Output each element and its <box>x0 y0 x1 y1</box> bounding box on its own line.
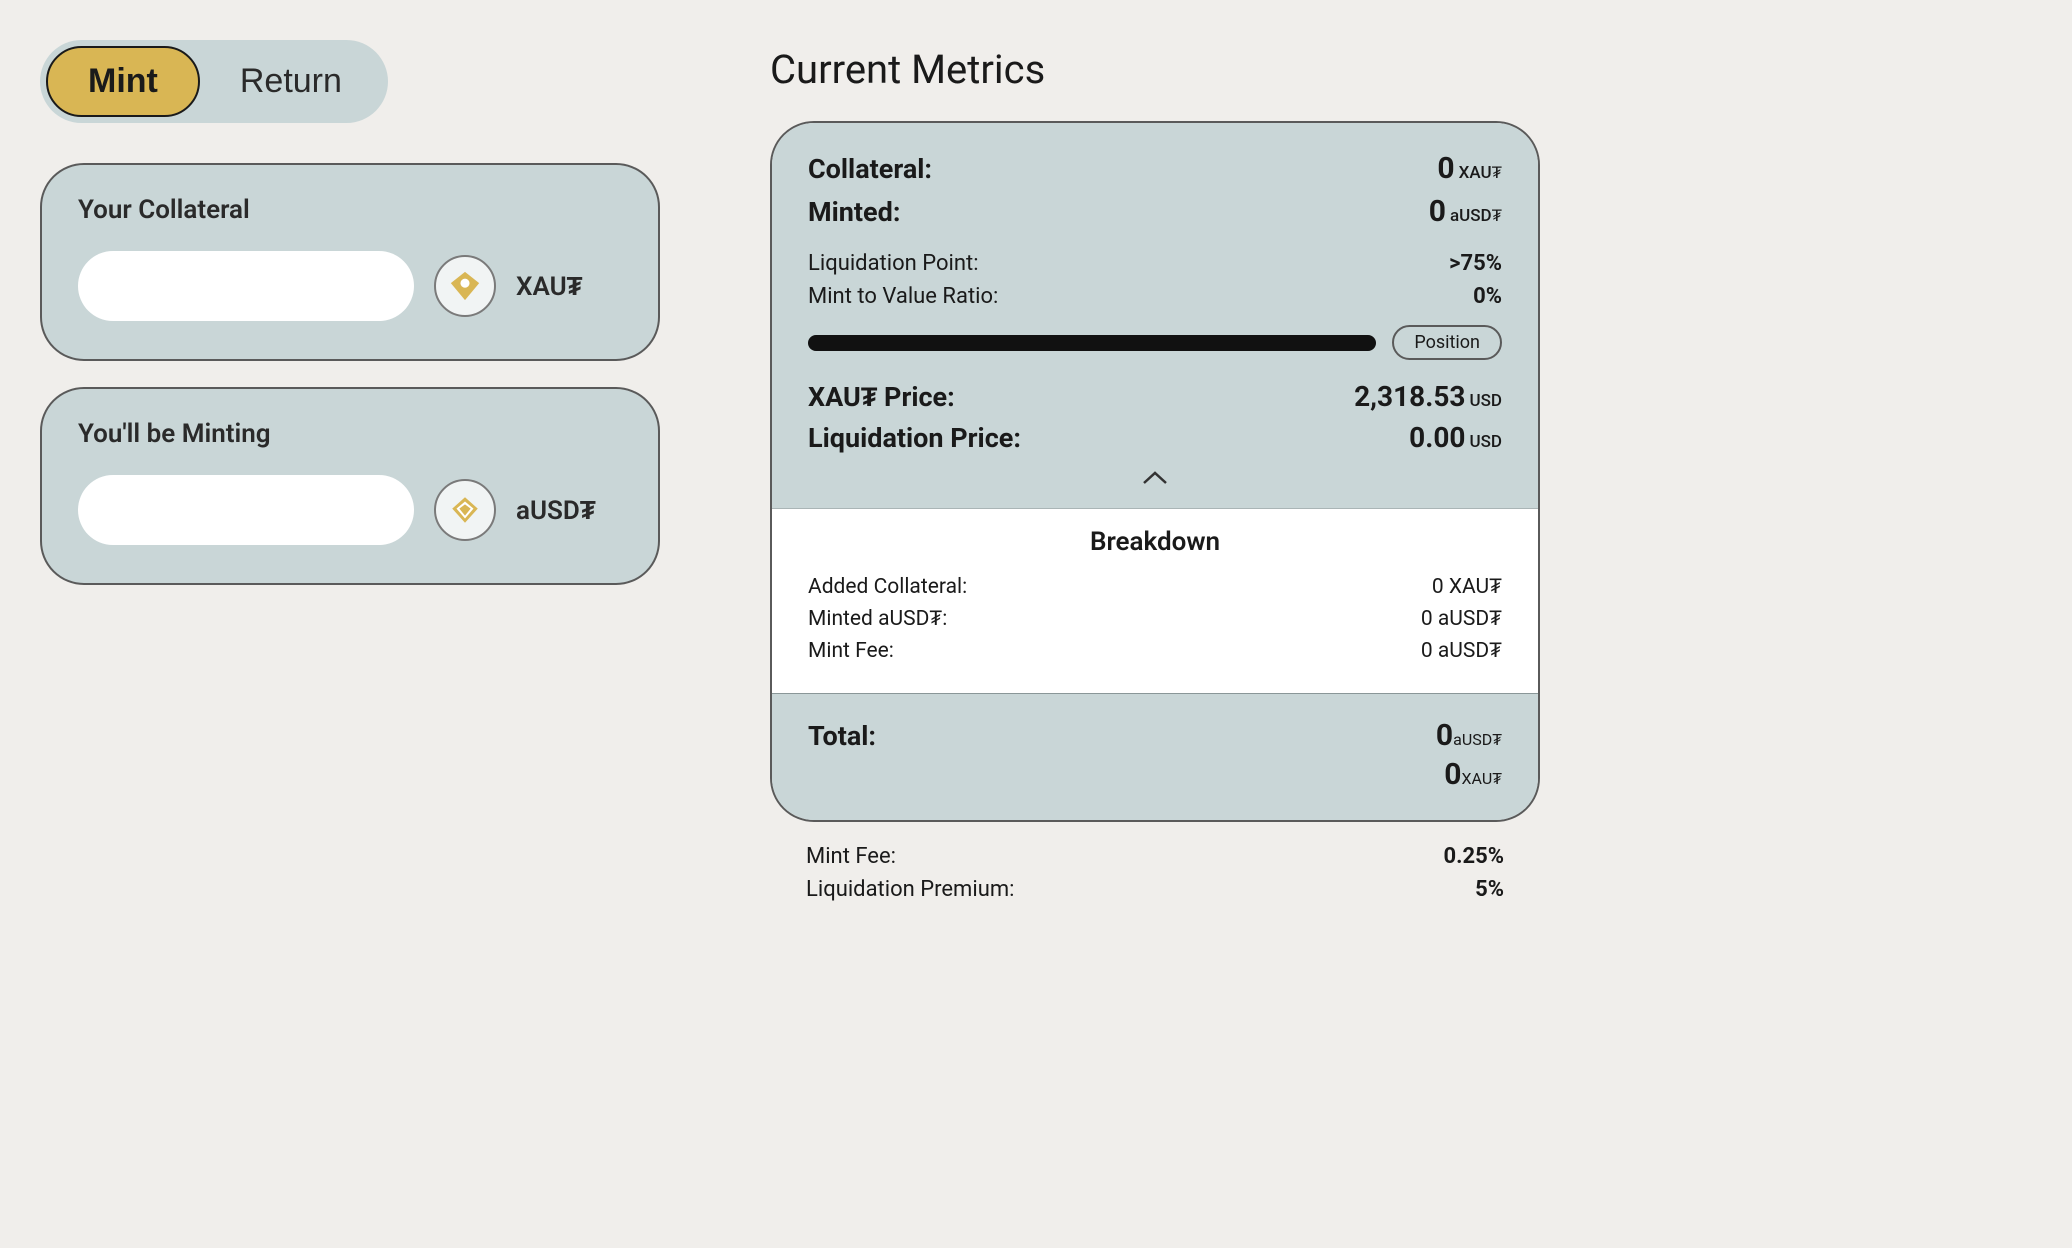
liq-point-value: >75% <box>1449 251 1502 276</box>
liq-price-label: Liquidation Price: <box>808 422 1021 454</box>
xaut-token-icon <box>434 255 496 317</box>
collateral-value: 0 <box>1437 151 1454 186</box>
mint-fee-breakdown-label: Mint Fee: <box>808 639 894 663</box>
collateral-amount-input[interactable] <box>78 251 414 321</box>
total-unit-1: aUSD₮ <box>1453 730 1502 749</box>
position-badge[interactable]: Position <box>1392 325 1502 360</box>
minting-card-label: You'll be Minting <box>78 419 622 449</box>
mtv-label: Mint to Value Ratio: <box>808 284 998 309</box>
chevron-up-icon <box>1141 470 1169 486</box>
mint-token-label: aUSD₮ <box>516 495 596 526</box>
collateral-unit: XAU₮ <box>1459 163 1502 183</box>
added-collateral-label: Added Collateral: <box>808 575 967 599</box>
footer-mint-fee-value: 0.25% <box>1443 844 1504 869</box>
minted-value: 0 <box>1429 194 1446 229</box>
tab-mint[interactable]: Mint <box>46 46 200 117</box>
minted-label: Minted: <box>808 196 900 228</box>
liq-price-value: 0.00 <box>1409 421 1465 454</box>
breakdown-section: Breakdown Added Collateral: 0 XAU₮ Minte… <box>772 508 1538 693</box>
tab-return[interactable]: Return <box>200 46 382 117</box>
minted-ausdt-value: 0 aUSD₮ <box>1421 607 1502 631</box>
total-label: Total: <box>808 720 876 752</box>
mint-fee-breakdown-value: 0 aUSD₮ <box>1421 639 1502 663</box>
collateral-label: Collateral: <box>808 153 932 185</box>
minted-ausdt-label: Minted aUSD₮: <box>808 607 947 631</box>
collateral-token-label: XAU₮ <box>516 271 583 302</box>
footer-liq-premium-label: Liquidation Premium: <box>806 877 1014 902</box>
footer-liq-premium-value: 5% <box>1475 877 1504 902</box>
xaut-price-label: XAU₮ Price: <box>808 381 955 413</box>
footer-mint-fee-label: Mint Fee: <box>806 844 896 869</box>
mtv-value: 0% <box>1473 284 1502 309</box>
total-unit-2: XAU₮ <box>1462 769 1502 788</box>
collateral-card: Your Collateral XAU₮ <box>40 163 660 361</box>
footer-metrics: Mint Fee: 0.25% Liquidation Premium: 5% <box>770 822 1540 902</box>
total-section: Total: 0aUSD₮ 0XAU₮ <box>772 693 1538 820</box>
collateral-card-label: Your Collateral <box>78 195 622 225</box>
xaut-price-unit: USD <box>1469 391 1502 411</box>
minting-card: You'll be Minting aUSD₮ <box>40 387 660 585</box>
total-value-1: 0 <box>1436 718 1453 753</box>
metrics-card: Collateral: 0XAU₮ Minted: 0aUSD₮ Liquida… <box>770 121 1540 822</box>
total-value-2: 0 <box>1444 757 1461 792</box>
ausdt-token-icon <box>434 479 496 541</box>
mint-amount-input[interactable] <box>78 475 414 545</box>
liq-point-label: Liquidation Point: <box>808 251 979 276</box>
metrics-title: Current Metrics <box>770 46 1540 93</box>
mint-return-tabs: Mint Return <box>40 40 388 123</box>
added-collateral-value: 0 XAU₮ <box>1432 575 1502 599</box>
breakdown-title: Breakdown <box>808 527 1502 557</box>
collapse-toggle[interactable] <box>808 462 1502 502</box>
liq-price-unit: USD <box>1469 432 1502 452</box>
position-progress-bar <box>808 335 1376 351</box>
minted-unit: aUSD₮ <box>1450 206 1502 226</box>
xaut-price-value: 2,318.53 <box>1354 380 1465 413</box>
